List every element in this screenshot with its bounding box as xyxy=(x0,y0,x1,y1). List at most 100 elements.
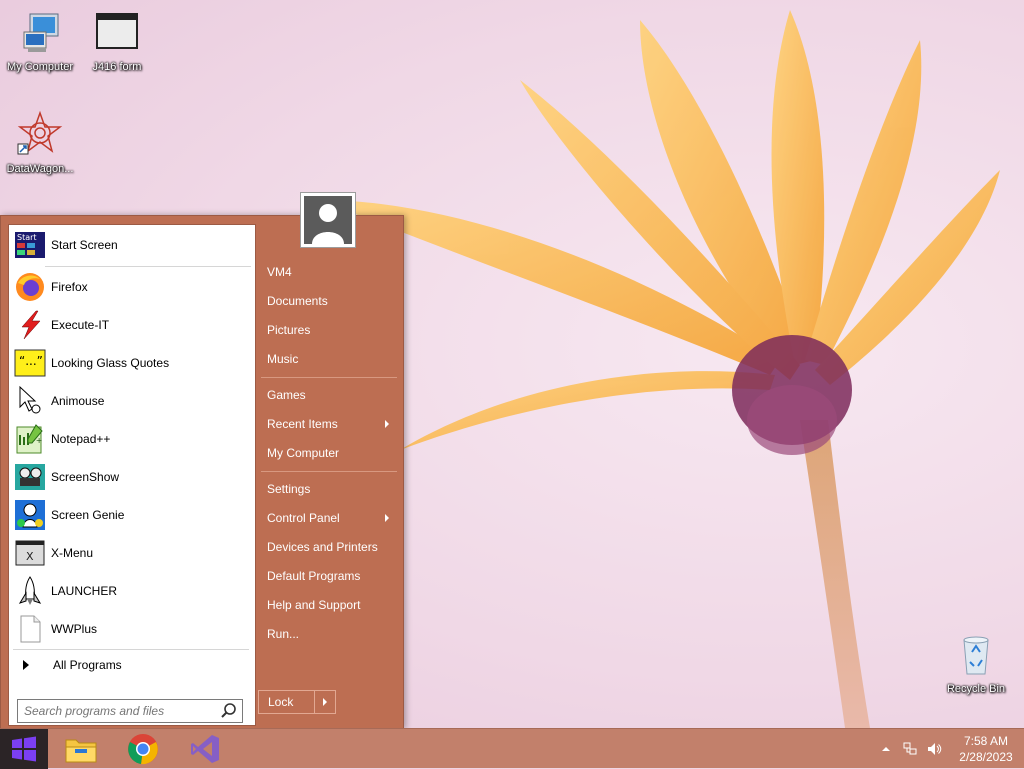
places-item-label: Recent Items xyxy=(267,417,338,431)
taskbar-file-explorer[interactable] xyxy=(57,729,105,769)
lock-button[interactable]: Lock xyxy=(259,691,314,713)
places-item-devices-and-printers[interactable]: Devices and Printers xyxy=(259,535,397,559)
quotes-icon: “...” xyxy=(14,349,46,377)
places-panel: VM4 Documents Pictures Music Games Recen… xyxy=(259,216,399,726)
taskbar: 7:58 AM 2/28/2023 xyxy=(0,728,1024,769)
clock-time: 7:58 AM xyxy=(963,734,1009,748)
genie-icon xyxy=(15,500,45,530)
program-screen-genie[interactable]: Screen Genie xyxy=(14,497,250,533)
program-label: Execute-IT xyxy=(51,318,110,332)
program-wwplus[interactable]: WWPlus xyxy=(14,611,250,647)
search-input[interactable] xyxy=(18,702,220,720)
places-item-vm4[interactable]: VM4 xyxy=(259,260,397,284)
program-label: Looking Glass Quotes xyxy=(51,356,170,370)
svg-text:“...”: “...” xyxy=(19,354,43,368)
start-screen-icon: Start xyxy=(15,232,45,258)
start-button[interactable] xyxy=(0,729,48,769)
search-box xyxy=(17,699,243,723)
lightning-icon xyxy=(21,310,41,340)
program-execute-it[interactable]: Execute-IT xyxy=(14,307,250,343)
projector-icon xyxy=(15,464,45,490)
desktop-icon-label: My Computer xyxy=(6,61,74,73)
program-notepad-plus-plus[interactable]: ++ Notepad++ xyxy=(14,421,250,457)
places-item-label: Help and Support xyxy=(267,598,361,612)
lock-button-label: Lock xyxy=(268,695,294,709)
taskbar-visual-studio[interactable] xyxy=(181,729,229,769)
svg-text:Start: Start xyxy=(17,233,37,242)
lock-button-group: Lock xyxy=(258,690,336,714)
user-avatar[interactable] xyxy=(300,192,356,248)
chevron-right-icon xyxy=(323,698,327,706)
program-screenshow[interactable]: ScreenShow xyxy=(14,459,250,495)
datawagon-icon xyxy=(17,110,63,155)
blank-file-icon xyxy=(20,615,41,643)
places-item-documents[interactable]: Documents xyxy=(259,289,397,313)
mouse-cursor-icon xyxy=(19,385,41,414)
windows-logo-icon xyxy=(12,736,36,762)
visual-studio-icon xyxy=(191,735,219,763)
places-item-label: My Computer xyxy=(267,446,340,460)
submenu-arrow-icon xyxy=(385,420,389,428)
firefox-icon xyxy=(16,273,44,301)
desktop-icon-recycle-bin[interactable]: Recycle Bin xyxy=(936,630,1016,695)
window-icon xyxy=(96,13,138,49)
shutdown-options-button[interactable] xyxy=(314,691,335,713)
program-firefox[interactable]: Firefox xyxy=(14,269,250,305)
desktop-icon-j416-form[interactable]: J416 form xyxy=(77,8,157,73)
places-item-music[interactable]: Music xyxy=(259,347,397,371)
clock-date: 2/28/2023 xyxy=(959,750,1013,764)
clock[interactable]: 7:58 AM 2/28/2023 xyxy=(952,733,1020,765)
system-tray: 7:58 AM 2/28/2023 xyxy=(874,729,1024,769)
places-item-default-programs[interactable]: Default Programs xyxy=(259,564,397,588)
all-programs-label: All Programs xyxy=(53,658,122,672)
program-label: Animouse xyxy=(51,394,105,408)
show-hidden-icons-icon[interactable] xyxy=(878,741,894,757)
places-item-settings[interactable]: Settings xyxy=(259,477,397,501)
program-label: Notepad++ xyxy=(51,432,111,446)
desktop-icon-label: DataWagon... xyxy=(6,163,74,175)
places-item-control-panel[interactable]: Control Panel xyxy=(259,506,397,530)
program-looking-glass-quotes[interactable]: “...” Looking Glass Quotes xyxy=(14,345,250,381)
places-item-label: Games xyxy=(267,388,306,402)
program-x-menu[interactable]: X X-Menu xyxy=(14,535,250,571)
places-item-label: Settings xyxy=(267,482,311,496)
places-item-games[interactable]: Games xyxy=(259,383,397,407)
network-icon[interactable] xyxy=(902,741,918,757)
places-item-label: Run... xyxy=(267,627,300,641)
places-item-pictures[interactable]: Pictures xyxy=(259,318,397,342)
places-divider xyxy=(261,377,397,378)
x-menu-icon: X xyxy=(15,540,45,566)
recycle-bin-icon xyxy=(963,636,989,675)
triangle-right-icon xyxy=(23,660,29,670)
program-label: Firefox xyxy=(51,280,88,294)
notepad-plus-plus-icon: ++ xyxy=(16,424,43,454)
programs-divider xyxy=(13,649,249,650)
submenu-arrow-icon xyxy=(385,514,389,522)
svg-text:X: X xyxy=(26,550,34,563)
program-start-screen[interactable]: Start Start Screen xyxy=(14,227,250,263)
rocket-icon xyxy=(18,576,42,605)
places-item-label: Devices and Printers xyxy=(267,540,378,554)
program-launcher[interactable]: LAUNCHER xyxy=(14,573,250,609)
user-icon xyxy=(312,204,344,244)
all-programs-button[interactable]: All Programs xyxy=(14,655,250,675)
places-item-my-computer[interactable]: My Computer xyxy=(259,441,397,465)
places-item-recent-items[interactable]: Recent Items xyxy=(259,412,397,436)
search-icon[interactable] xyxy=(220,702,238,720)
places-divider xyxy=(261,471,397,472)
desktop-icon-my-computer[interactable]: My Computer xyxy=(0,8,80,73)
places-item-run[interactable]: Run... xyxy=(259,622,397,646)
desktop-icon-datawagon[interactable]: DataWagon... xyxy=(0,110,80,175)
desktop-icon-label: J416 form xyxy=(92,61,142,73)
volume-icon[interactable] xyxy=(926,741,942,757)
file-explorer-icon xyxy=(65,739,97,763)
places-item-help-and-support[interactable]: Help and Support xyxy=(259,593,397,617)
program-label: Start Screen xyxy=(51,238,118,252)
programs-panel: Start Start Screen Firefox Execute-IT “.… xyxy=(8,224,256,726)
computer-icon xyxy=(23,13,59,52)
places-item-label: Pictures xyxy=(267,323,311,337)
program-animouse[interactable]: Animouse xyxy=(14,383,250,419)
chrome-icon xyxy=(128,734,158,765)
taskbar-chrome[interactable] xyxy=(119,729,167,769)
places-item-label: Documents xyxy=(267,294,328,308)
